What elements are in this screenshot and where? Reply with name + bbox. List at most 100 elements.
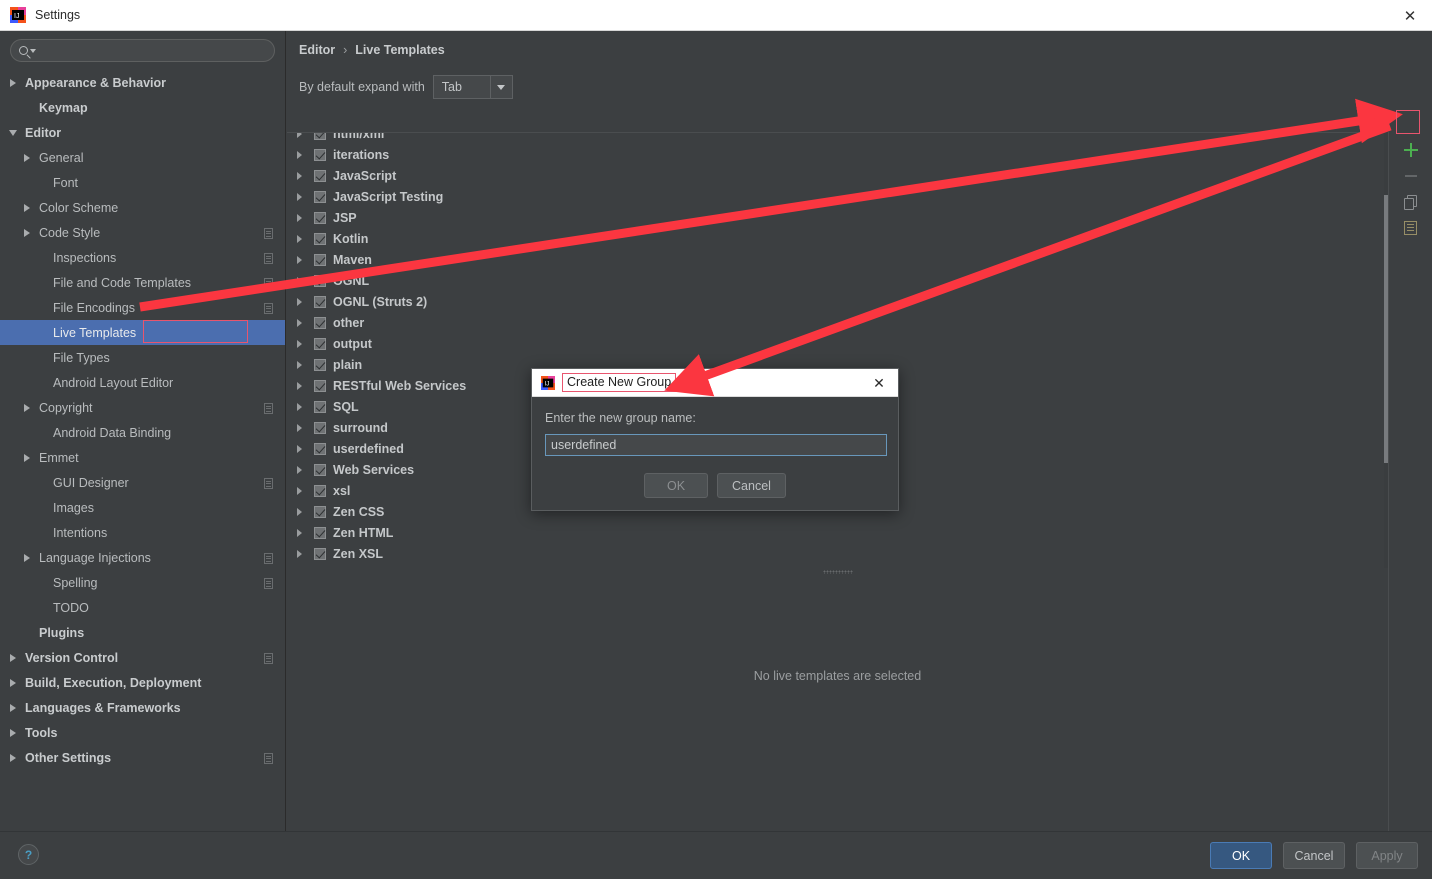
template-group-checkbox[interactable] — [314, 463, 326, 476]
template-group-checkbox[interactable] — [314, 526, 326, 539]
sidebar-item-other-settings[interactable]: Other Settings — [0, 745, 285, 770]
sidebar-item-android-data-binding[interactable]: Android Data Binding — [0, 420, 285, 445]
sidebar-item-plugins[interactable]: Plugins — [0, 620, 285, 645]
template-group-checkbox[interactable] — [314, 484, 326, 497]
template-group-checkbox[interactable] — [314, 274, 326, 287]
template-group-row[interactable]: OGNL (Struts 2) — [287, 291, 1388, 312]
template-group-row[interactable]: iterations — [287, 144, 1388, 165]
sidebar-item-code-style[interactable]: Code Style — [0, 220, 285, 245]
chevron-right-icon[interactable] — [297, 549, 311, 558]
close-icon[interactable]: ✕ — [1388, 0, 1432, 31]
chevron-right-icon[interactable] — [297, 150, 311, 159]
chevron-right-icon[interactable] — [6, 653, 20, 662]
sidebar-item-font[interactable]: Font — [0, 170, 285, 195]
chevron-right-icon[interactable] — [20, 553, 34, 562]
chevron-right-icon[interactable] — [297, 171, 311, 180]
template-group-checkbox[interactable] — [314, 148, 326, 161]
template-group-checkbox[interactable] — [314, 190, 326, 203]
template-group-row[interactable]: Maven — [287, 249, 1388, 270]
sidebar-item-file-encodings[interactable]: File Encodings — [0, 295, 285, 320]
template-group-checkbox[interactable] — [314, 337, 326, 350]
template-group-row[interactable]: Zen HTML — [287, 522, 1388, 543]
chevron-right-icon[interactable] — [297, 465, 311, 474]
sidebar-item-version-control[interactable]: Version Control — [0, 645, 285, 670]
chevron-right-icon[interactable] — [6, 678, 20, 687]
sidebar-item-file-and-code-templates[interactable]: File and Code Templates — [0, 270, 285, 295]
chevron-right-icon[interactable] — [297, 318, 311, 327]
breadcrumb-parent[interactable]: Editor — [299, 43, 335, 57]
dialog-cancel-button[interactable]: Cancel — [717, 473, 786, 498]
sidebar-item-color-scheme[interactable]: Color Scheme — [0, 195, 285, 220]
template-group-row[interactable]: JavaScript Testing — [287, 186, 1388, 207]
sidebar-item-emmet[interactable]: Emmet — [0, 445, 285, 470]
expand-with-select[interactable]: Tab — [432, 75, 513, 99]
sidebar-item-intentions[interactable]: Intentions — [0, 520, 285, 545]
chevron-down-icon[interactable] — [489, 76, 512, 98]
template-group-checkbox[interactable] — [314, 505, 326, 518]
chevron-down-icon[interactable] — [6, 129, 20, 136]
chevron-right-icon[interactable] — [6, 728, 20, 737]
template-group-checkbox[interactable] — [314, 232, 326, 245]
sidebar-item-appearance-behavior[interactable]: Appearance & Behavior — [0, 70, 285, 95]
sidebar-item-languages-frameworks[interactable]: Languages & Frameworks — [0, 695, 285, 720]
chevron-right-icon[interactable] — [297, 423, 311, 432]
sidebar-item-language-injections[interactable]: Language Injections — [0, 545, 285, 570]
chevron-right-icon[interactable] — [297, 133, 311, 138]
chevron-right-icon[interactable] — [297, 381, 311, 390]
duplicate-group-button[interactable] — [1400, 191, 1422, 213]
chevron-right-icon[interactable] — [6, 753, 20, 762]
template-group-checkbox[interactable] — [314, 316, 326, 329]
sidebar-item-copyright[interactable]: Copyright — [0, 395, 285, 420]
sidebar-item-gui-designer[interactable]: GUI Designer — [0, 470, 285, 495]
template-group-checkbox[interactable] — [314, 358, 326, 371]
template-group-checkbox[interactable] — [314, 379, 326, 392]
chevron-right-icon[interactable] — [297, 528, 311, 537]
template-group-row[interactable]: Zen XSL — [287, 543, 1388, 564]
chevron-right-icon[interactable] — [20, 403, 34, 412]
chevron-right-icon[interactable] — [297, 507, 311, 516]
template-group-checkbox[interactable] — [314, 253, 326, 266]
chevron-right-icon[interactable] — [297, 486, 311, 495]
cancel-button[interactable]: Cancel — [1283, 842, 1345, 869]
template-group-checkbox[interactable] — [314, 547, 326, 560]
template-group-row[interactable]: OGNL — [287, 270, 1388, 291]
dialog-ok-button[interactable]: OK — [644, 473, 709, 498]
template-group-checkbox[interactable] — [314, 421, 326, 434]
chevron-right-icon[interactable] — [297, 276, 311, 285]
sidebar-item-file-types[interactable]: File Types — [0, 345, 285, 370]
chevron-right-icon[interactable] — [20, 153, 34, 162]
restore-defaults-button[interactable] — [1400, 217, 1422, 239]
panel-splitter[interactable] — [287, 567, 1388, 576]
chevron-right-icon[interactable] — [20, 228, 34, 237]
template-group-row[interactable]: JavaScript — [287, 165, 1388, 186]
chevron-right-icon[interactable] — [297, 192, 311, 201]
template-group-row[interactable]: other — [287, 312, 1388, 333]
template-group-row[interactable]: Kotlin — [287, 228, 1388, 249]
sidebar-item-build-execution-deployment[interactable]: Build, Execution, Deployment — [0, 670, 285, 695]
ok-button[interactable]: OK — [1210, 842, 1272, 869]
dialog-close-icon[interactable]: ✕ — [866, 369, 892, 397]
template-group-row[interactable]: JSP — [287, 207, 1388, 228]
chevron-right-icon[interactable] — [297, 402, 311, 411]
apply-button[interactable]: Apply — [1356, 842, 1418, 869]
help-icon[interactable]: ? — [18, 844, 39, 865]
remove-group-button[interactable] — [1400, 165, 1422, 187]
template-group-checkbox[interactable] — [314, 442, 326, 455]
sidebar-item-spelling[interactable]: Spelling — [0, 570, 285, 595]
chevron-right-icon[interactable] — [297, 213, 311, 222]
sidebar-item-android-layout-editor[interactable]: Android Layout Editor — [0, 370, 285, 395]
sidebar-item-keymap[interactable]: Keymap — [0, 95, 285, 120]
sidebar-item-tools[interactable]: Tools — [0, 720, 285, 745]
template-group-checkbox[interactable] — [314, 400, 326, 413]
sidebar-item-images[interactable]: Images — [0, 495, 285, 520]
chevron-right-icon[interactable] — [297, 339, 311, 348]
chevron-right-icon[interactable] — [20, 203, 34, 212]
chevron-right-icon[interactable] — [297, 234, 311, 243]
sidebar-item-inspections[interactable]: Inspections — [0, 245, 285, 270]
sidebar-item-live-templates[interactable]: Live Templates — [0, 320, 285, 345]
template-group-checkbox[interactable] — [314, 169, 326, 182]
chevron-right-icon[interactable] — [6, 703, 20, 712]
group-name-input[interactable] — [545, 434, 887, 456]
template-group-checkbox[interactable] — [314, 211, 326, 224]
template-group-checkbox[interactable] — [314, 133, 326, 140]
